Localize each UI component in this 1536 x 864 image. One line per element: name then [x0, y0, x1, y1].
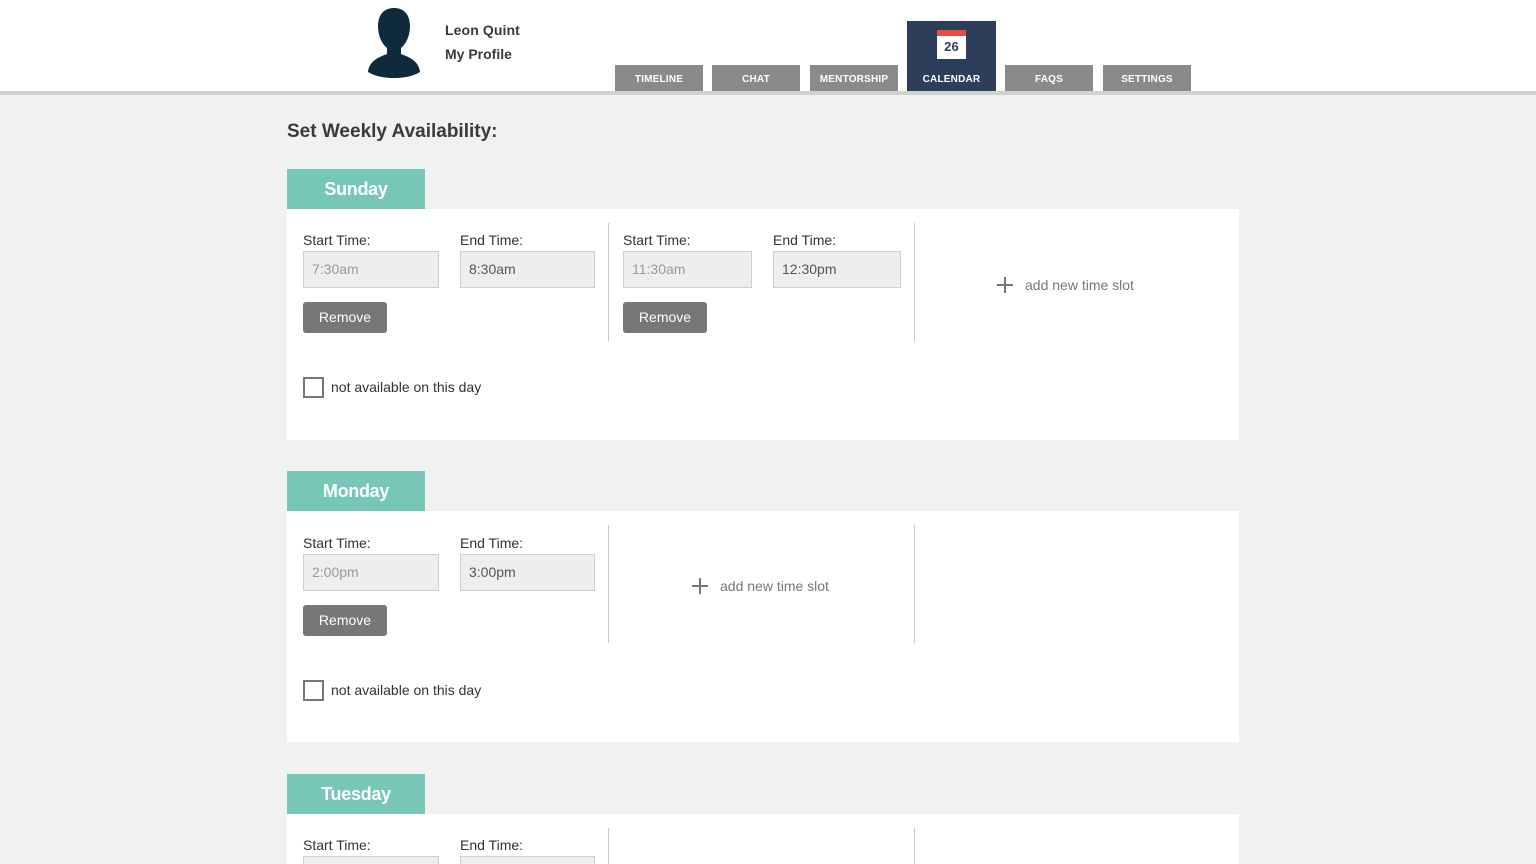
remove-slot-button[interactable]: Remove [623, 302, 707, 333]
start-time-label: Start Time: [303, 232, 371, 248]
start-time-label: Start Time: [303, 837, 371, 853]
tab-chat[interactable]: CHAT [712, 65, 800, 91]
calendar-icon-header [937, 30, 966, 36]
slot-divider [608, 525, 609, 643]
not-available-label: not available on this day [331, 682, 482, 698]
end-time-input[interactable] [460, 856, 595, 864]
not-available-option[interactable]: not available on this day [303, 377, 481, 398]
start-time-input[interactable] [303, 856, 439, 864]
day-tab-sunday: Sunday [287, 169, 425, 215]
header-divider [0, 91, 1536, 95]
slot-divider [914, 828, 915, 864]
add-time-slot-button[interactable]: add new time slot [997, 277, 1134, 293]
day-panel-tuesday: Start Time: End Time: [287, 814, 1239, 864]
end-time-label: End Time: [460, 535, 524, 551]
not-available-option[interactable]: not available on this day [303, 680, 481, 701]
end-time-label: End Time: [773, 232, 837, 248]
slot-divider [914, 525, 915, 643]
page-title: Set Weekly Availability: [287, 121, 498, 142]
start-time-input[interactable]: 11:30am [623, 251, 752, 288]
tab-calendar-label: CALENDAR [922, 74, 981, 85]
tab-settings[interactable]: SETTINGS [1103, 65, 1191, 91]
end-time-input[interactable]: 8:30am [460, 251, 595, 288]
slot-divider [914, 223, 915, 341]
my-profile-link[interactable]: My Profile [445, 46, 512, 62]
day-tab-tuesday: Tuesday [287, 774, 425, 820]
end-time-label: End Time: [460, 837, 524, 853]
calendar-icon: 26 [937, 30, 966, 59]
tab-timeline[interactable]: TIMELINE [615, 65, 703, 91]
not-available-label: not available on this day [331, 379, 482, 395]
start-time-label: Start Time: [623, 232, 691, 248]
slot-divider [608, 828, 609, 864]
plus-icon [692, 578, 708, 594]
user-name: Leon Quint [445, 22, 520, 38]
slot-divider [608, 223, 609, 341]
start-time-input[interactable]: 2:00pm [303, 554, 439, 591]
tab-faqs[interactable]: FAQS [1005, 65, 1093, 91]
not-available-checkbox[interactable] [303, 680, 324, 701]
not-available-checkbox[interactable] [303, 377, 324, 398]
end-time-label: End Time: [460, 232, 524, 248]
remove-slot-button[interactable]: Remove [303, 302, 387, 333]
day-panel-monday: Start Time: End Time: 2:00pm 3:00pm Remo… [287, 511, 1239, 742]
end-time-input[interactable]: 3:00pm [460, 554, 595, 591]
day-tab-monday: Monday [287, 471, 425, 517]
calendar-day-number: 26 [944, 39, 959, 54]
remove-slot-button[interactable]: Remove [303, 605, 387, 636]
user-avatar-icon[interactable] [366, 6, 422, 78]
plus-icon [997, 277, 1013, 293]
tab-mentorship[interactable]: MENTORSHIP [810, 65, 898, 91]
start-time-input[interactable]: 7:30am [303, 251, 439, 288]
add-time-slot-label: add new time slot [1025, 277, 1134, 293]
add-time-slot-label: add new time slot [720, 578, 829, 594]
add-time-slot-button[interactable]: add new time slot [692, 578, 829, 594]
end-time-input[interactable]: 12:30pm [773, 251, 901, 288]
day-panel-sunday: Start Time: End Time: 7:30am 8:30am Remo… [287, 209, 1239, 440]
start-time-label: Start Time: [303, 535, 371, 551]
tab-calendar[interactable]: 26 CALENDAR [907, 21, 996, 91]
